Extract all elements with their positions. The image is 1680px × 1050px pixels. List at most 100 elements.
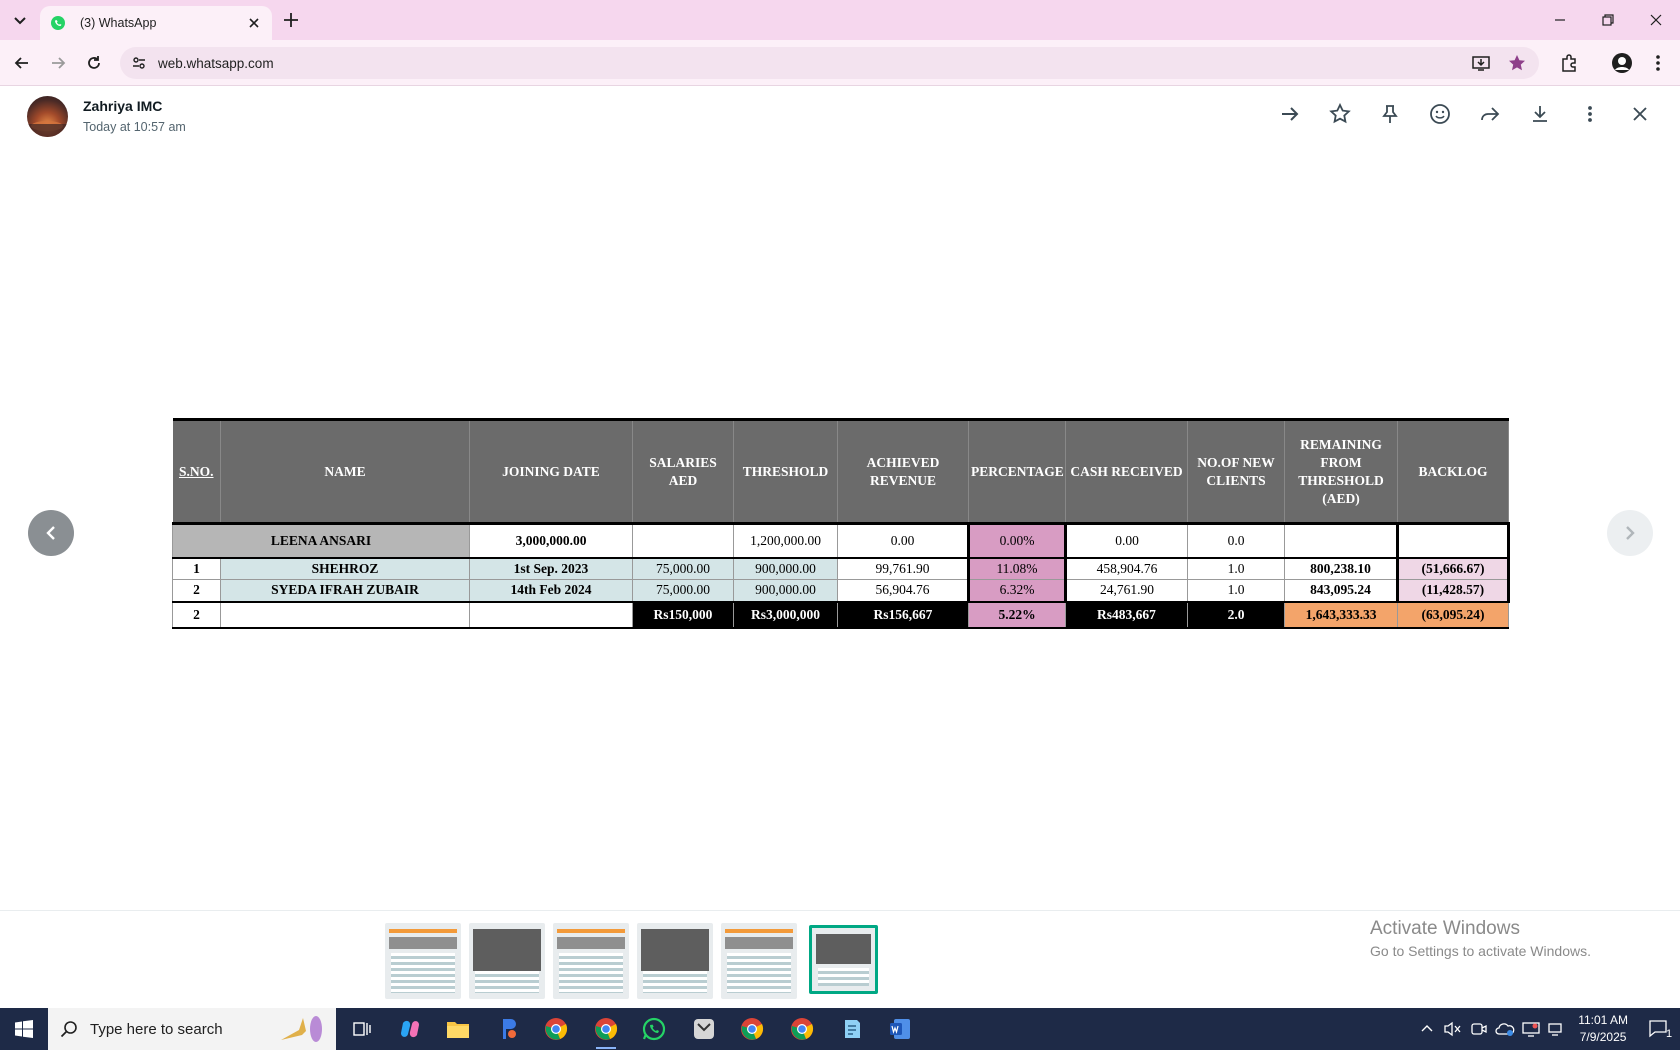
clock-time: 11:01 AM [1578, 1013, 1628, 1027]
cell-total-name [220, 600, 470, 629]
sender-avatar[interactable] [27, 96, 68, 137]
cell-clients: 1.0 [1187, 557, 1285, 580]
pinned-app-icon[interactable] [490, 1013, 526, 1045]
network-icon[interactable] [1546, 1018, 1568, 1040]
browser-menu-icon[interactable] [1646, 51, 1670, 75]
windows-start-icon[interactable] [0, 1008, 48, 1050]
whatsapp-taskbar-icon[interactable] [636, 1013, 672, 1045]
cell-total-percentage: 5.22% [968, 600, 1066, 629]
restore-icon[interactable] [1584, 0, 1632, 40]
site-info-icon[interactable] [130, 54, 148, 72]
url-text: web.whatsapp.com [158, 55, 274, 71]
copilot-icon[interactable] [392, 1013, 428, 1045]
media-thumbnail-selected[interactable] [809, 925, 878, 994]
forward-arrow-icon[interactable] [46, 51, 70, 75]
table-row-total: 2 Rs150,000 Rs3,000,000 Rs156,667 5.22% … [172, 600, 1509, 629]
more-icon[interactable] [1578, 102, 1602, 126]
cell-cash: 458,904.76 [1065, 557, 1188, 580]
cell-backlog: (51,666.67) [1397, 557, 1510, 580]
message-timestamp: Today at 10:57 am [83, 120, 186, 134]
search-icon [60, 1020, 78, 1038]
cell-total-threshold: Rs3,000,000 [733, 600, 838, 629]
back-arrow-icon[interactable] [10, 51, 34, 75]
tab-search-chevron-icon[interactable] [8, 8, 32, 32]
address-bar[interactable]: web.whatsapp.com [120, 47, 1539, 79]
media-thumbnail[interactable] [637, 923, 713, 999]
cell-total-remaining: 1,643,333.33 [1284, 600, 1398, 629]
cell-total-revenue: Rs156,667 [837, 600, 969, 629]
cell-total-cash: Rs483,667 [1065, 600, 1188, 629]
header-new-clients: NO.OF NEW CLIENTS [1187, 418, 1285, 525]
taskbar-search-box[interactable]: Type here to search [48, 1008, 336, 1050]
onedrive-icon[interactable] [1494, 1018, 1516, 1040]
cell-threshold: 900,000.00 [733, 557, 838, 580]
cell-lead-name: LEENA ANSARI [172, 522, 470, 559]
notification-center-icon[interactable]: 1 [1640, 1008, 1680, 1050]
display-icon[interactable] [1520, 1018, 1542, 1040]
emoji-icon[interactable] [1428, 102, 1452, 126]
bookmark-star-icon[interactable] [1505, 51, 1529, 75]
cell-remaining: 843,095.24 [1284, 579, 1399, 602]
install-app-icon[interactable] [1469, 51, 1493, 75]
reload-icon[interactable] [82, 51, 106, 75]
search-highlight-icon [279, 1014, 325, 1044]
cell-lead-salaries [632, 522, 734, 559]
table-row-lead: LEENA ANSARI 3,000,000.00 1,200,000.00 0… [172, 522, 1510, 559]
cell-remaining: 800,238.10 [1284, 557, 1399, 580]
cell-joining: 14th Feb 2024 [469, 579, 633, 602]
clock-app-icon[interactable] [686, 1013, 722, 1045]
taskbar-clock[interactable]: 11:01 AM 7/9/2025 [1578, 1012, 1628, 1046]
arrow-right-icon[interactable] [1278, 102, 1302, 126]
forward-icon[interactable] [1478, 102, 1502, 126]
chrome-second-icon[interactable] [734, 1013, 770, 1045]
file-explorer-icon[interactable] [440, 1013, 476, 1045]
windows-taskbar: Type here to search 11:01 AM 7/9/2025 1 [0, 1008, 1680, 1050]
cell-total-clients: 2.0 [1187, 600, 1285, 629]
cell-percentage: 11.08% [968, 557, 1067, 580]
task-view-icon[interactable] [344, 1013, 380, 1045]
close-icon[interactable] [1628, 102, 1652, 126]
cell-sno: 2 [172, 579, 221, 602]
next-media-button[interactable] [1607, 510, 1653, 556]
media-thumbnail[interactable] [553, 923, 629, 999]
header-joining-date: JOINING DATE [469, 418, 633, 525]
volume-muted-icon[interactable] [1442, 1018, 1464, 1040]
header-percentage: PERCENTAGE [968, 418, 1066, 525]
word-icon[interactable] [882, 1013, 918, 1045]
star-icon[interactable] [1328, 102, 1352, 126]
tab-close-icon[interactable] [246, 15, 262, 31]
pin-icon[interactable] [1378, 102, 1402, 126]
previous-media-button[interactable] [28, 510, 74, 556]
download-icon[interactable] [1528, 102, 1552, 126]
header-salaries: SALARIES AED [632, 418, 734, 525]
minimize-icon[interactable] [1536, 0, 1584, 40]
cell-lead-remaining [1284, 522, 1399, 559]
header-remaining: REMAINING FROM THRESHOLD (AED) [1284, 418, 1398, 525]
browser-tab-whatsapp[interactable]: (3) WhatsApp [40, 6, 272, 40]
new-tab-plus-icon[interactable] [280, 9, 302, 31]
media-thumbnail[interactable] [721, 923, 797, 999]
extensions-puzzle-icon[interactable] [1557, 51, 1581, 75]
notepad-icon[interactable] [834, 1013, 870, 1045]
browser-tab-strip: (3) WhatsApp [0, 0, 1680, 40]
chrome-profile-icon[interactable] [588, 1013, 624, 1049]
meet-now-icon[interactable] [1468, 1018, 1490, 1040]
cell-threshold: 900,000.00 [733, 579, 838, 602]
header-threshold: THRESHOLD [733, 418, 838, 525]
media-thumbnail[interactable] [469, 923, 545, 999]
profile-avatar-icon[interactable] [1610, 51, 1634, 75]
chrome-third-icon[interactable] [784, 1013, 820, 1045]
cell-total-salaries: Rs150,000 [632, 600, 734, 629]
header-achieved-revenue: ACHIEVED REVENUE [837, 418, 969, 525]
cell-total-joining [469, 600, 633, 629]
chrome-icon[interactable] [538, 1013, 574, 1045]
chevron-up-icon[interactable] [1416, 1018, 1438, 1040]
whatsapp-favicon-icon [50, 15, 66, 31]
table-row: 1 SHEHROZ 1st Sep. 2023 75,000.00 900,00… [172, 557, 1510, 580]
clock-date: 7/9/2025 [1579, 1030, 1627, 1044]
window-close-icon[interactable] [1632, 0, 1680, 40]
media-thumbnail[interactable] [385, 923, 461, 999]
activate-windows-title: Activate Windows [1370, 918, 1520, 939]
cell-total-backlog: (63,095.24) [1397, 600, 1509, 629]
cell-salaries: 75,000.00 [632, 557, 734, 580]
